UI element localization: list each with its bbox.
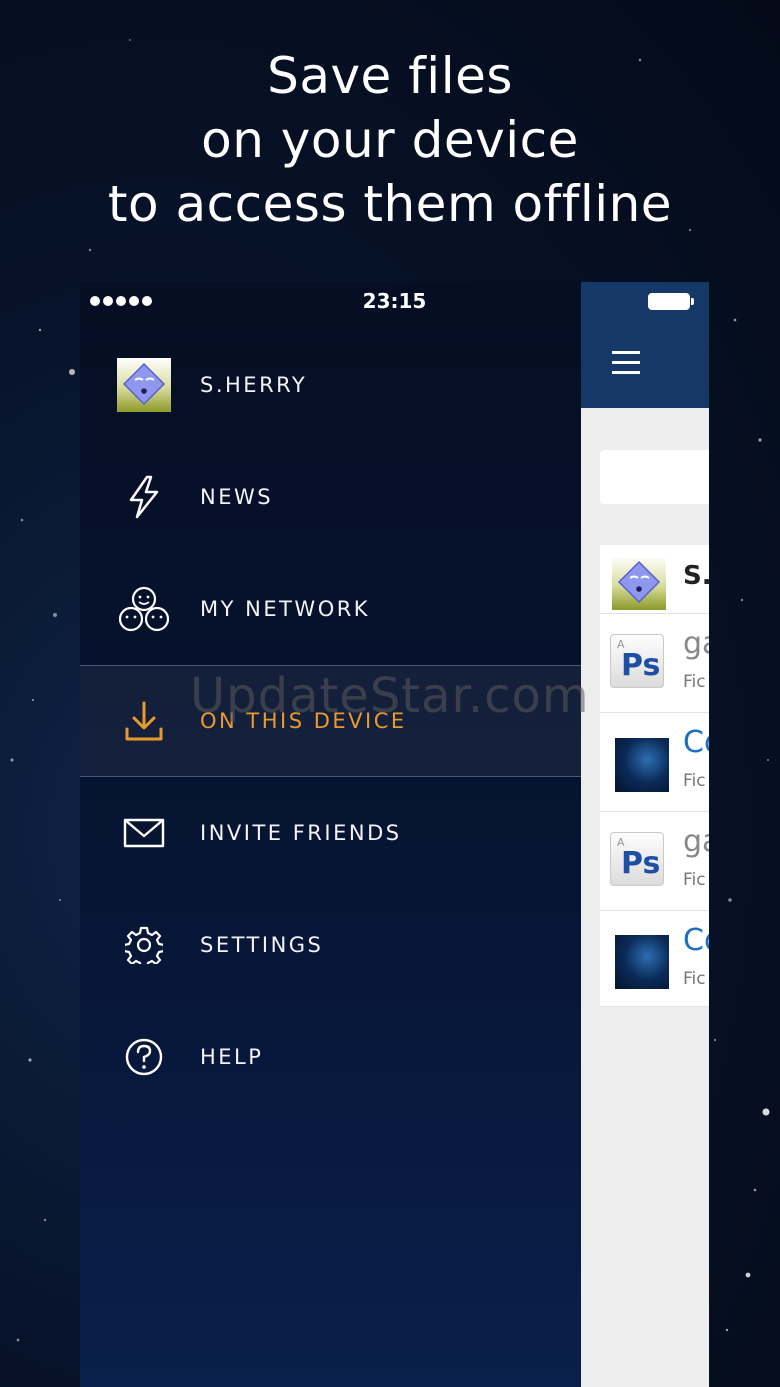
envelope-icon bbox=[116, 805, 172, 861]
menu-item-profile[interactable]: S.HERRY bbox=[80, 329, 581, 441]
file-title: Co bbox=[683, 725, 709, 760]
help-icon bbox=[116, 1029, 172, 1085]
avatar bbox=[612, 556, 666, 610]
download-icon bbox=[116, 693, 172, 749]
menu-item-my-network[interactable]: MY NETWORK bbox=[80, 553, 581, 665]
status-time: 23:15 bbox=[362, 289, 427, 313]
profile-card[interactable]: S. bbox=[600, 545, 709, 614]
hamburger-menu-icon[interactable] bbox=[612, 351, 640, 381]
side-menu: S.HERRY NEWS MY NETWORK ON THIS DEVICE I… bbox=[80, 282, 581, 1387]
gear-icon bbox=[116, 917, 172, 973]
file-subtitle: Fic bbox=[683, 771, 706, 791]
menu-item-label: SETTINGS bbox=[200, 933, 324, 957]
file-subtitle: Fic bbox=[683, 969, 706, 989]
main-panel-peek: S. APs ga Fic Co Fic APs ga Fic Co Fic bbox=[581, 282, 709, 1387]
menu-item-label: MY NETWORK bbox=[200, 597, 371, 621]
file-card[interactable]: Co Fic bbox=[600, 911, 709, 1007]
profile-name: S. bbox=[683, 561, 709, 591]
lightning-icon bbox=[116, 469, 172, 525]
headline: Save files on your device to access them… bbox=[0, 44, 780, 236]
menu-item-help[interactable]: HELP bbox=[80, 1001, 581, 1113]
avatar bbox=[116, 357, 172, 413]
file-subtitle: Fic bbox=[683, 870, 706, 890]
menu-item-label: INVITE FRIENDS bbox=[200, 821, 402, 845]
watermark: UpdateStar.com bbox=[190, 668, 590, 724]
file-card[interactable]: Co Fic bbox=[600, 713, 709, 812]
menu-item-settings[interactable]: SETTINGS bbox=[80, 889, 581, 1001]
photoshop-file-icon: A Ps bbox=[610, 832, 664, 886]
menu-item-invite-friends[interactable]: INVITE FRIENDS bbox=[80, 777, 581, 889]
file-card[interactable]: APs ga Fic bbox=[600, 614, 709, 713]
network-icon bbox=[116, 581, 172, 637]
image-file-thumbnail bbox=[615, 935, 669, 989]
headline-line-2: on your device bbox=[201, 111, 579, 169]
search-input[interactable] bbox=[600, 450, 709, 504]
phone-screen: S.HERRY NEWS MY NETWORK ON THIS DEVICE I… bbox=[80, 282, 709, 1387]
file-title: ga bbox=[683, 824, 709, 859]
file-subtitle: Fic bbox=[683, 672, 706, 692]
photoshop-file-icon: A Ps bbox=[610, 634, 664, 688]
headline-line-3: to access them offline bbox=[107, 175, 673, 233]
menu-item-news[interactable]: NEWS bbox=[80, 441, 581, 553]
file-title: ga bbox=[683, 626, 709, 661]
image-file-thumbnail bbox=[615, 738, 669, 792]
headline-line-1: Save files bbox=[267, 47, 513, 105]
file-card[interactable]: APs ga Fic bbox=[600, 812, 709, 911]
menu-item-label: NEWS bbox=[200, 485, 274, 509]
menu-item-label: S.HERRY bbox=[200, 373, 308, 397]
file-title: Co bbox=[683, 923, 709, 958]
menu-item-label: HELP bbox=[200, 1045, 264, 1069]
